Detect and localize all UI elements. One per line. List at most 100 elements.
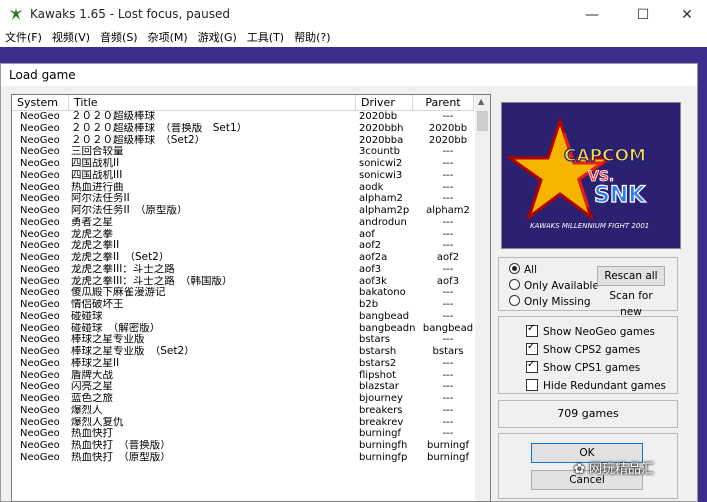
check-show-neogeo[interactable]: Show NeoGeo games [526,323,655,338]
load-game-dialog: Load game System Title Driver Parent Neo… [0,63,698,502]
table-row[interactable]: NeoGeo 盾牌大战 flipshot --- [12,370,474,382]
menu-video[interactable]: 视频(V) [47,30,95,47]
cell-parent: --- [442,181,454,193]
rescan-all-button[interactable]: Rescan all [597,266,665,286]
table-row[interactable]: NeoGeo 碰碰球 bangbead --- [12,311,474,323]
cell-title: 蓝色之旅 [71,393,113,404]
check-show-cps2[interactable]: Show CPS2 games [526,341,641,356]
column-system[interactable]: System [12,95,69,110]
table-row[interactable]: NeoGeo 碰碰球 （解密版） bangbeadn bangbead [12,323,474,335]
table-row[interactable]: NeoGeo 蓝色之旅 bjourney --- [12,393,474,405]
menu-audio[interactable]: 音频(S) [95,30,143,47]
menu-tools[interactable]: 工具(T) [242,30,289,47]
table-row[interactable]: NeoGeo 棒球之星专业版 bstars --- [12,334,474,346]
cell-driver: b2b [359,299,379,310]
cell-system: NeoGeo [20,216,60,228]
table-row[interactable]: NeoGeo 热血快打 burningf --- [12,428,474,440]
table-row[interactable]: NeoGeo 龙虎之拳III：斗士之路 （韩国版） aof3k aof3 [12,276,474,288]
table-row[interactable]: NeoGeo ２０２０超级棒球 （Set2） 2020bba 2020bb [12,135,474,147]
table-row[interactable]: NeoGeo 三回合较量 3countb --- [12,146,474,158]
cell-title: 碰碰球 [71,310,103,322]
cell-parent: alpham2 [426,205,470,216]
game-list[interactable]: System Title Driver Parent NeoGeo ２０２０超级棒… [11,94,491,502]
cell-system: NeoGeo [20,369,60,381]
table-row[interactable]: NeoGeo 四国战机III sonicwi3 --- [12,170,474,182]
close-button[interactable]: ✕ [664,0,707,30]
table-row[interactable]: NeoGeo 勇者之星 androdun --- [12,217,474,229]
cell-title: 闪亮之星 [71,381,113,393]
cell-system: NeoGeo [20,158,60,169]
table-row[interactable]: NeoGeo 龙虎之拳 aof --- [12,229,474,241]
table-row[interactable]: NeoGeo 阿尔法任务II （原型版） alpham2p alpham2 [12,205,474,217]
wechat-icon: ✿ [574,462,585,477]
menu-file[interactable]: 文件(F) [0,30,47,47]
maximize-button[interactable]: ☐ [620,0,666,30]
cell-system: NeoGeo [20,122,60,134]
cell-parent: --- [442,193,454,205]
check-show-neogeo-box[interactable] [526,323,538,337]
cell-driver: bstars2 [359,357,397,369]
table-row[interactable]: NeoGeo 龙虎之拳II （Set2） aof2a aof2 [12,252,474,264]
cell-driver: blazstar [359,381,399,393]
table-row[interactable]: NeoGeo ２０２０超级棒球 （普换版 Set1） 2020bbh 2020bb [12,123,474,135]
menu-misc[interactable]: 杂项(M) [143,30,193,47]
cell-system: NeoGeo [20,299,60,310]
table-row[interactable]: NeoGeo 闪亮之星 blazstar --- [12,381,474,393]
table-row[interactable]: NeoGeo 龙虎之拳II aof2 --- [12,240,474,252]
table-row[interactable]: NeoGeo 棒球之星专业版 （Set2） bstarsh bstars [12,346,474,358]
table-row[interactable]: NeoGeo 龙虎之拳III：斗士之路 aof3 --- [12,264,474,276]
cell-parent: 2020bb [428,122,468,134]
cell-driver: bakatono [359,287,406,299]
minimize-button[interactable]: — [569,0,615,30]
table-row[interactable]: NeoGeo 傻瓜殿下麻雀漫游记 bakatono --- [12,287,474,299]
radio-all[interactable]: All [509,263,537,276]
menu-help[interactable]: 帮助(?) [289,30,335,47]
check-hide-redundant[interactable]: Hide Redundant games [526,379,666,392]
radio-all-dot[interactable] [509,263,520,274]
column-title[interactable]: Title [69,95,356,110]
menu-game[interactable]: 游戏(G) [193,30,242,47]
scan-for-new-button[interactable]: Scan for new [597,287,665,318]
cell-parent: 2020bb [428,134,468,146]
cell-system: NeoGeo [20,134,60,146]
check-show-cps2-box[interactable] [526,341,538,355]
cell-driver: alpham2p [359,205,410,216]
column-driver[interactable]: Driver [356,95,413,110]
radio-only-available[interactable]: Only Available [509,279,599,292]
cell-system: NeoGeo [20,169,60,181]
scroll-up-icon[interactable]: ▲ [478,97,484,106]
radio-only-missing-dot[interactable] [509,295,520,306]
cell-title: 龙虎之拳II [71,240,120,252]
scroll-thumb[interactable] [477,111,488,131]
table-row[interactable]: NeoGeo 爆烈人复仇 breakrev --- [12,417,474,429]
cell-parent: --- [442,287,454,299]
check-hide-redundant-box[interactable] [526,379,538,391]
cell-system: NeoGeo [20,287,60,299]
table-row[interactable]: NeoGeo ２０２０超级棒球 2020bb --- [12,111,474,123]
table-row[interactable]: NeoGeo 热血进行曲 aodk --- [12,182,474,194]
table-row[interactable]: NeoGeo 热血快打 （普换版） burningfh burningf [12,440,474,452]
cell-parent: --- [442,416,454,428]
check-show-cps1-box[interactable] [526,359,538,373]
check-show-cps1[interactable]: Show CPS1 games [526,359,640,374]
column-parent[interactable]: Parent [413,95,474,110]
cell-driver: alpham2 [359,193,403,205]
table-row[interactable]: NeoGeo 四国战机II sonicwi2 --- [12,158,474,170]
cell-system: NeoGeo [20,228,60,240]
radio-only-missing[interactable]: Only Missing [509,295,591,308]
radio-only-available-dot[interactable] [509,279,520,290]
check-show-cps2-label: Show CPS2 games [543,344,641,356]
cell-driver: bstarsh [359,346,397,357]
watermark: ✿ 网玩精品汇 [574,458,654,477]
table-row[interactable]: NeoGeo 热血快打 （原型版） burningfp burningf [12,452,474,464]
cell-title: 热血快打 （普换版） [71,440,171,451]
table-row[interactable]: NeoGeo 阿尔法任务II alpham2 --- [12,193,474,205]
table-row[interactable]: NeoGeo 棒球之星II bstars2 --- [12,358,474,370]
list-scrollbar[interactable]: ▲ [475,95,490,501]
table-row[interactable]: NeoGeo 爆烈人 breakers --- [12,405,474,417]
cell-title: 热血进行曲 [71,181,124,193]
cell-system: NeoGeo [20,111,60,122]
logo-capcom-text: CAPCOM [564,146,646,166]
table-row[interactable]: NeoGeo 情侣破坏王 b2b --- [12,299,474,311]
game-list-header: System Title Driver Parent [12,95,474,111]
